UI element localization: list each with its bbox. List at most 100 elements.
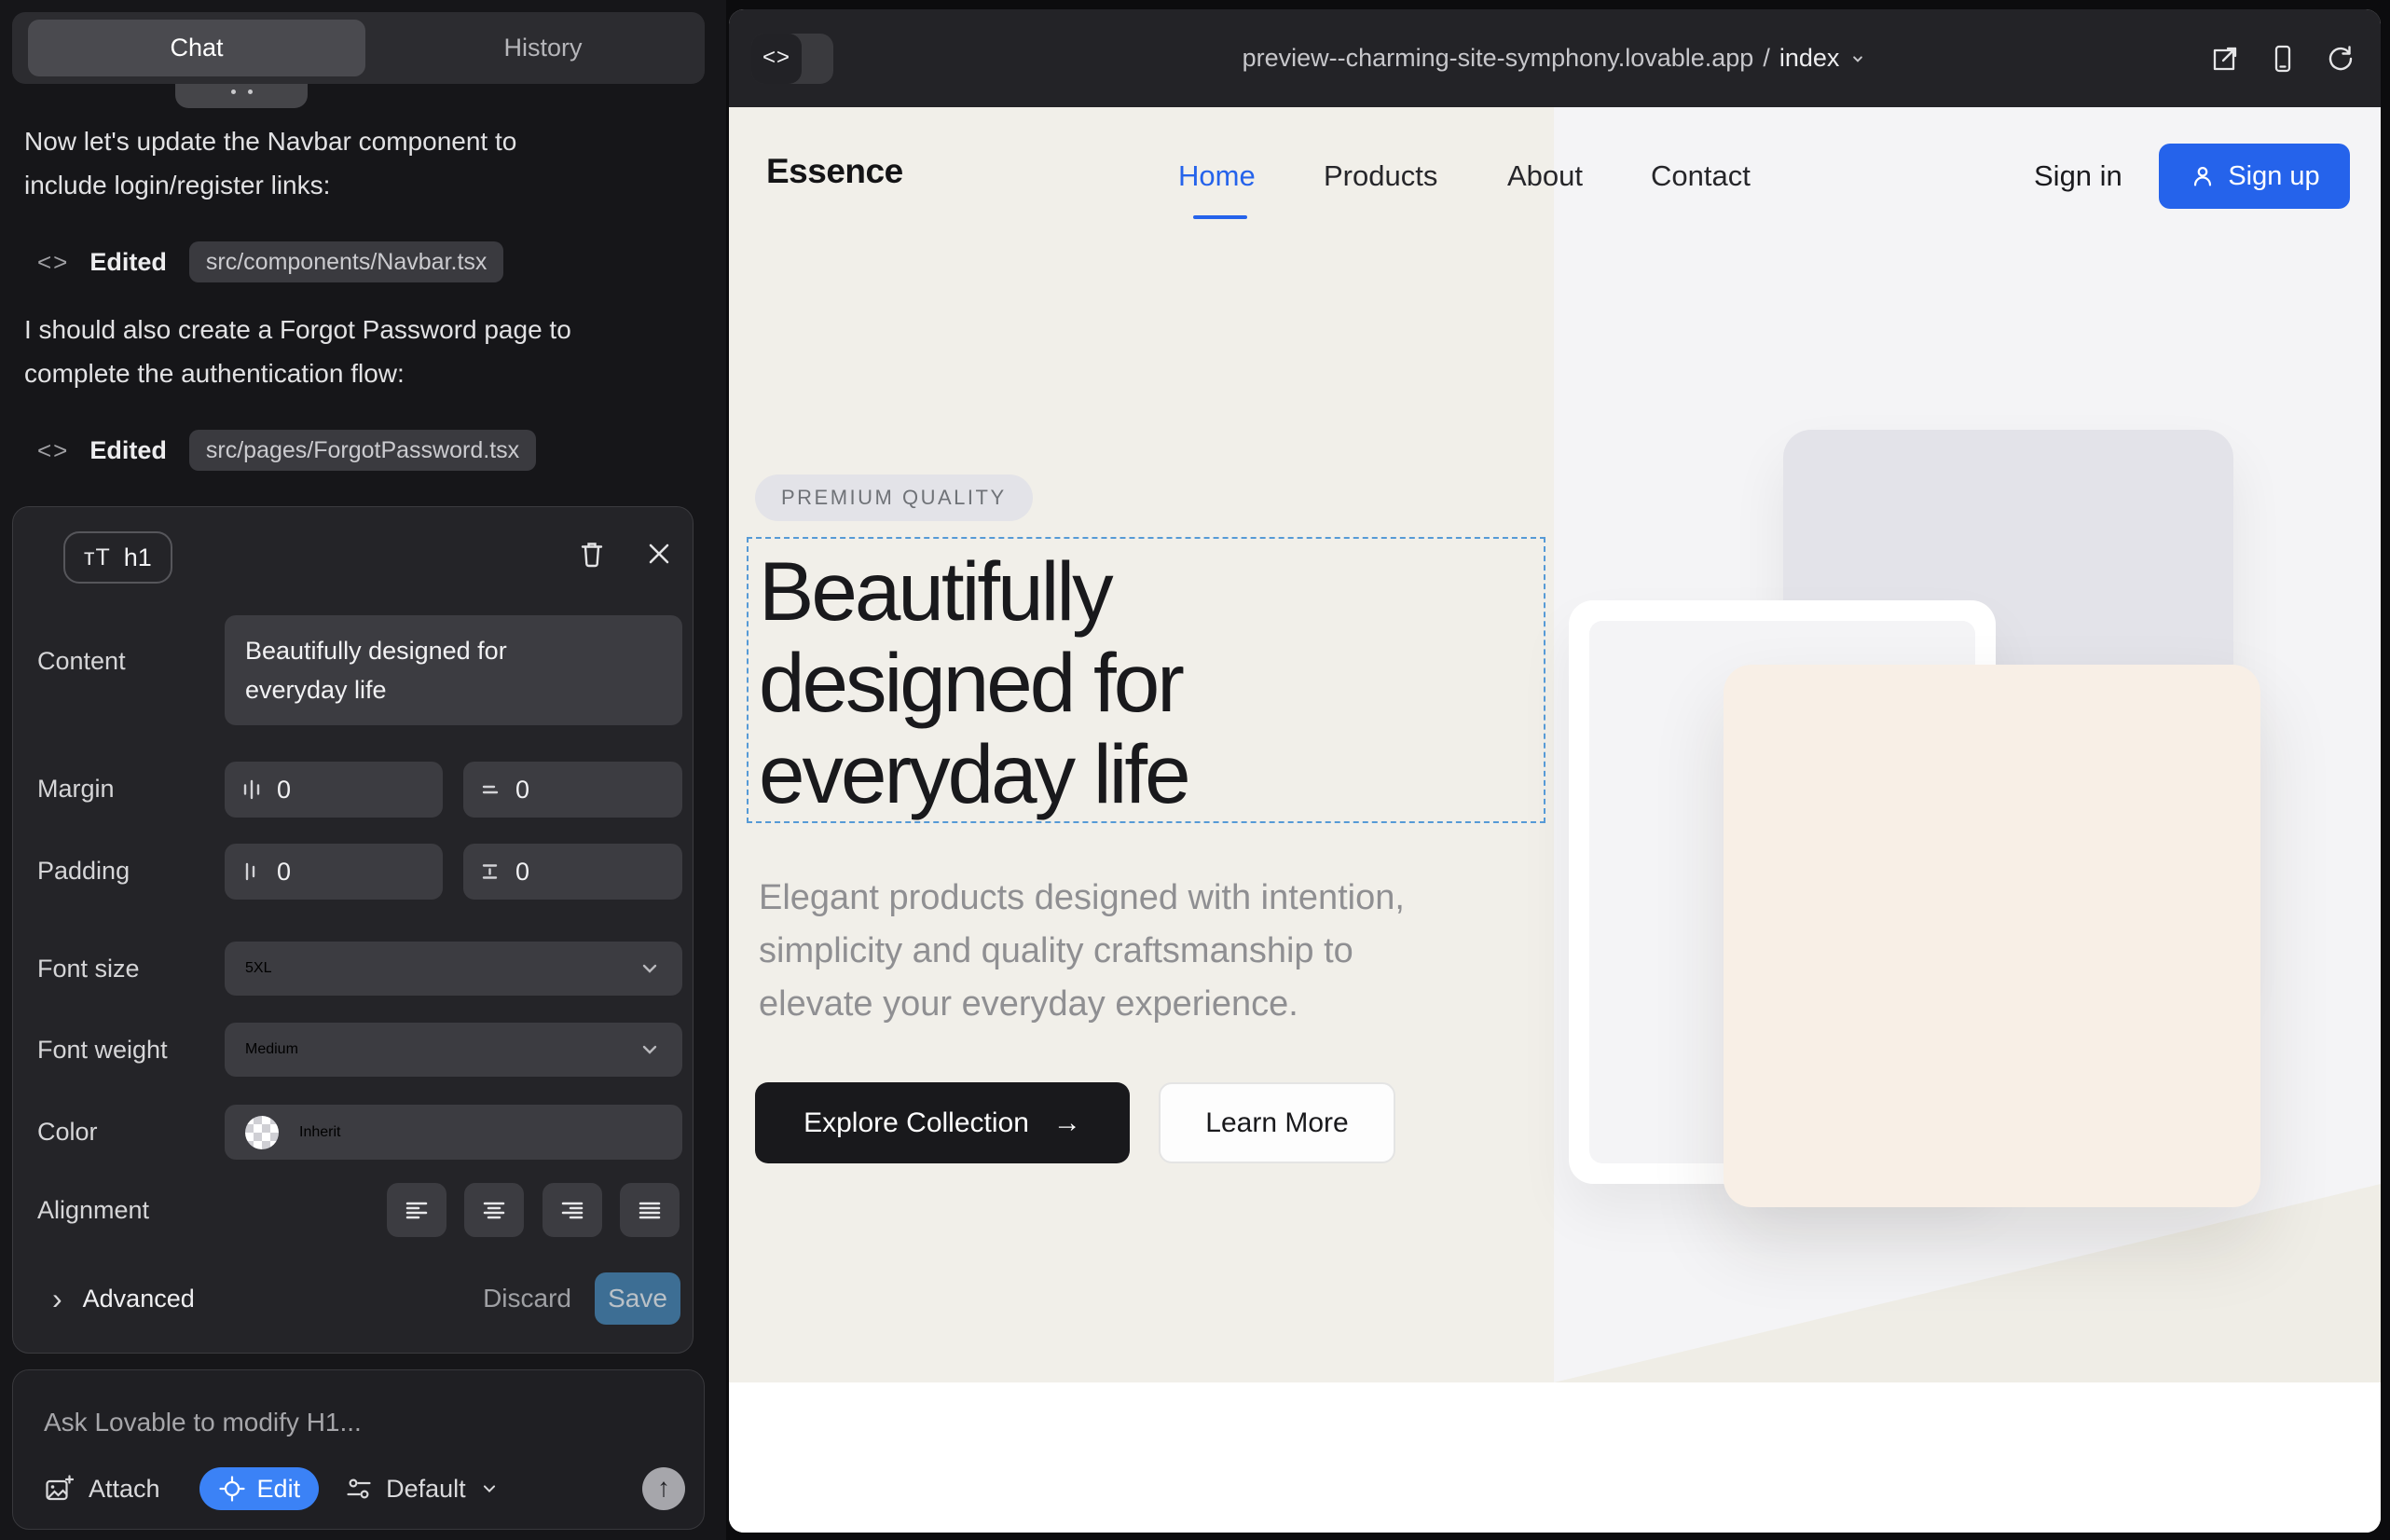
dot — [248, 89, 253, 94]
save-button[interactable]: Save — [595, 1272, 680, 1325]
color-label: Color — [37, 1118, 98, 1147]
arrow-right-icon: → — [1053, 1107, 1081, 1139]
margin-label: Margin — [37, 775, 115, 804]
padding-label: Padding — [37, 857, 130, 886]
typography-icon: тT — [84, 544, 111, 571]
send-button[interactable]: ↑ — [642, 1467, 685, 1510]
explore-collection-button[interactable]: Explore Collection → — [755, 1082, 1130, 1163]
discard-button[interactable]: Discard — [483, 1272, 571, 1325]
assistant-message: Now let's update the Navbar component to… — [24, 119, 705, 207]
align-justify-icon — [636, 1196, 664, 1224]
premium-quality-badge: PREMIUM QUALITY — [755, 474, 1033, 521]
color-input[interactable]: Inherit — [225, 1105, 682, 1160]
code-view-toggle[interactable]: <> — [751, 34, 833, 84]
align-right-icon — [558, 1196, 586, 1224]
active-nav-underline — [1193, 215, 1247, 219]
tab-history[interactable]: History — [381, 12, 705, 84]
chevron-down-icon — [638, 1038, 662, 1062]
file-chip[interactable]: src/pages/ForgotPassword.tsx — [189, 430, 536, 471]
edit-mode-button[interactable]: Edit — [199, 1467, 320, 1510]
open-in-new-icon[interactable] — [2209, 43, 2241, 75]
nav-link-products[interactable]: Products — [1324, 159, 1437, 193]
margin-y-input[interactable]: 0 — [463, 762, 682, 818]
site-preview: Essence Home Products About Contact Sign… — [729, 107, 2381, 1533]
nav-link-contact[interactable]: Contact — [1651, 159, 1751, 193]
learn-more-button[interactable]: Learn More — [1159, 1082, 1395, 1163]
refresh-icon[interactable] — [2325, 43, 2356, 75]
message-line: I should also create a Forgot Password p… — [24, 308, 705, 351]
hero-paragraph: Elegant products designed with intention… — [759, 872, 1405, 1031]
chevron-right-icon: › — [52, 1272, 62, 1325]
paragraph-line: simplicity and quality craftsmanship to — [759, 925, 1405, 978]
edit-label: Edit — [257, 1475, 301, 1504]
font-size-select[interactable]: 5XL — [225, 942, 682, 996]
content-input[interactable]: Beautifully designed for everyday life — [225, 615, 682, 725]
advanced-label: Advanced — [83, 1285, 195, 1313]
heading-line: everyday life — [759, 728, 1188, 819]
hero-heading[interactable]: Beautifully designed for everyday life — [759, 545, 1188, 819]
align-center-button[interactable] — [464, 1183, 524, 1237]
padding-vertical-icon — [478, 859, 502, 884]
align-right-button[interactable] — [543, 1183, 602, 1237]
url-bar[interactable]: preview--charming-site-symphony.lovable.… — [729, 9, 2381, 107]
padding-y-value: 0 — [515, 858, 529, 887]
sign-in-link[interactable]: Sign in — [2034, 159, 2122, 193]
dot — [231, 89, 236, 94]
padding-x-input[interactable]: 0 — [225, 844, 443, 900]
preview-chrome-bar: preview--charming-site-symphony.lovable.… — [729, 9, 2381, 107]
preferences-icon — [345, 1475, 373, 1503]
trash-icon — [576, 538, 608, 570]
chevron-down-icon — [479, 1478, 500, 1499]
site-logo[interactable]: Essence — [766, 152, 903, 191]
margin-horizontal-icon — [240, 777, 264, 802]
align-left-icon — [403, 1196, 431, 1224]
content-value-line: everyday life — [245, 670, 662, 709]
mode-select[interactable]: Default — [345, 1475, 500, 1504]
margin-x-input[interactable]: 0 — [225, 762, 443, 818]
margin-x-value: 0 — [277, 776, 291, 804]
mode-label: Default — [386, 1475, 466, 1504]
align-justify-button[interactable] — [620, 1183, 680, 1237]
sign-up-button[interactable]: Sign up — [2159, 144, 2350, 209]
code-icon: <> — [37, 436, 69, 465]
padding-y-input[interactable]: 0 — [463, 844, 682, 900]
font-weight-select[interactable]: Medium — [225, 1023, 682, 1077]
margin-vertical-icon — [478, 777, 502, 802]
lovable-app: Chat History Now let's update the Navbar… — [0, 0, 2390, 1540]
explore-collection-label: Explore Collection — [804, 1107, 1029, 1139]
element-editor-panel: тT h1 Content Beautifully de — [12, 506, 694, 1354]
nav-link-about[interactable]: About — [1507, 159, 1583, 193]
chevron-down-icon — [638, 956, 662, 981]
mobile-preview-icon[interactable] — [2267, 43, 2299, 75]
code-icon: <> — [37, 248, 69, 277]
url-separator: / — [1763, 44, 1770, 73]
message-line: Now let's update the Navbar component to — [24, 119, 705, 163]
color-value: Inherit — [299, 1124, 340, 1141]
tab-chat[interactable]: Chat — [12, 12, 381, 84]
composer-toolbar: Attach Edit — [44, 1467, 500, 1510]
delete-element-button[interactable] — [573, 535, 611, 572]
font-size-value: 5XL — [245, 960, 271, 977]
message-line: complete the authentication flow: — [24, 351, 705, 395]
paragraph-line: Elegant products designed with intention… — [759, 872, 1405, 925]
margin-y-value: 0 — [515, 776, 529, 804]
next-section-background — [729, 1382, 2381, 1533]
attach-button[interactable]: Attach — [44, 1474, 160, 1504]
color-swatch — [245, 1116, 279, 1149]
send-arrow-icon: ↑ — [657, 1473, 670, 1502]
url-page[interactable]: index — [1779, 44, 1840, 73]
advanced-toggle[interactable]: › Advanced — [52, 1272, 195, 1325]
chat-panel: Chat History Now let's update the Navbar… — [0, 0, 726, 1540]
chat-composer[interactable]: Ask Lovable to modify H1... Attach — [12, 1369, 705, 1530]
nav-link-home[interactable]: Home — [1178, 159, 1256, 193]
edited-file-row: <> Edited src/pages/ForgotPassword.tsx — [37, 429, 536, 472]
user-icon — [2189, 162, 2217, 190]
align-left-button[interactable] — [387, 1183, 446, 1237]
assistant-message: I should also create a Forgot Password p… — [24, 308, 705, 395]
selected-element-chip[interactable]: тT h1 — [63, 531, 172, 584]
file-chip[interactable]: src/components/Navbar.tsx — [189, 241, 504, 282]
edit-target-icon — [218, 1475, 246, 1503]
close-editor-button[interactable] — [640, 535, 678, 572]
sign-up-label: Sign up — [2228, 161, 2319, 192]
heading-line: Beautifully — [759, 545, 1188, 637]
